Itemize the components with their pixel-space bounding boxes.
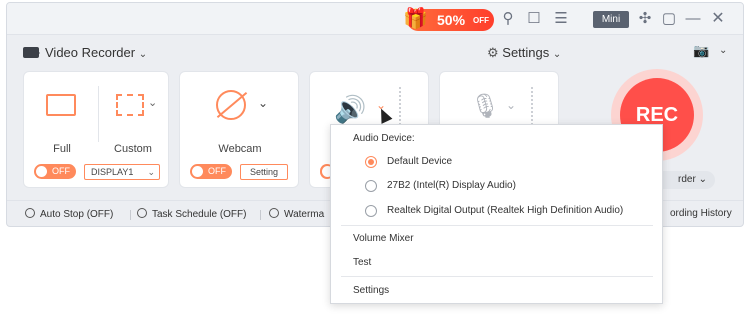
speaker-icon[interactable]: 🔊 [334, 94, 366, 125]
audio-device-menu: Audio Device: Default Device 27B2 (Intel… [330, 124, 663, 304]
display-select[interactable]: DISPLAY1 ⌄ [84, 164, 160, 180]
chevron-down-icon[interactable]: ⌄ [719, 45, 727, 56]
audio-device-header: Audio Device: [353, 133, 415, 144]
webcam-toggle[interactable]: OFF [190, 164, 232, 179]
custom-label: Custom [114, 143, 152, 155]
radio-default-device[interactable] [365, 156, 377, 168]
screen: 🎁 50% OFF ⚲ ☐ ☰ Mini ✣ ▢ — ✕ Video Recor… [0, 0, 750, 314]
clock-icon [25, 208, 35, 218]
camera-icon[interactable]: 📷 [693, 43, 709, 59]
option-display-audio[interactable]: 27B2 (Intel(R) Display Audio) [387, 180, 516, 191]
option-realtek-output[interactable]: Realtek Digital Output (Realtek High Def… [387, 205, 623, 216]
mini-mode-button[interactable]: Mini [593, 11, 629, 28]
chevron-down-icon: ⌄ [698, 174, 707, 185]
video-camera-icon [23, 47, 40, 58]
menu-separator [341, 225, 653, 226]
test-item[interactable]: Test [353, 257, 371, 268]
divider [130, 210, 131, 220]
promo-off: OFF [473, 16, 489, 25]
display-select-value: DISPLAY1 [91, 167, 134, 177]
recording-history-button[interactable]: ording History [670, 208, 732, 219]
radio-display-audio[interactable] [365, 180, 377, 192]
watermark-label: Waterma [284, 209, 325, 220]
chevron-down-icon[interactable]: ⌄ [506, 98, 516, 112]
close-icon[interactable]: ✕ [708, 9, 728, 29]
pin-icon[interactable]: ✣ [635, 9, 655, 29]
key-icon[interactable]: ⚲ [498, 9, 518, 29]
settings-item[interactable]: Settings [353, 285, 389, 296]
video-recorder-dropdown[interactable]: Video Recorder ⌄ [23, 45, 147, 60]
auto-stop-label: Auto Stop (OFF) [40, 209, 114, 220]
chevron-down-icon[interactable]: ⌄ [148, 96, 157, 109]
full-label: Full [53, 143, 71, 155]
webcam-card: ⌄ Webcam OFF Setting [179, 71, 299, 188]
webcam-setting-button[interactable]: Setting [240, 164, 288, 180]
title-bar: 🎁 50% OFF ⚲ ☐ ☰ Mini ✣ ▢ — ✕ [7, 3, 743, 35]
settings-label: Settings [502, 45, 550, 60]
radio-realtek-output[interactable] [365, 205, 377, 217]
chevron-down-icon: ⌄ [147, 167, 155, 177]
volume-mixer-item[interactable]: Volume Mixer [353, 233, 414, 244]
watermark-button[interactable]: Waterma [269, 208, 324, 220]
promo-percent: 50% [437, 12, 466, 28]
custom-region-icon[interactable] [116, 94, 144, 116]
recording-history-label: ording History [670, 208, 732, 219]
mic-level-indicator [530, 86, 535, 124]
chevron-down-icon: ⌄ [552, 49, 562, 60]
promo-badge[interactable]: 🎁 50% OFF [403, 8, 494, 31]
gear-icon: ⚙ [487, 45, 499, 60]
full-screen-icon[interactable] [46, 94, 76, 116]
recorder-mode-label: rder [678, 174, 696, 185]
alarm-clock-icon [137, 208, 147, 218]
webcam-label: Webcam [218, 143, 262, 155]
microphone-icon[interactable]: 🎙 [470, 92, 500, 121]
feedback-icon[interactable]: ☐ [524, 9, 544, 29]
window-icon[interactable]: ▢ [659, 9, 679, 29]
watermark-icon [269, 208, 279, 218]
task-schedule-label: Task Schedule (OFF) [152, 209, 247, 220]
settings-dropdown[interactable]: ⚙ Settings ⌄ [487, 45, 561, 61]
chevron-down-icon[interactable]: ⌄ [258, 96, 268, 110]
video-recorder-title: Video Recorder [45, 45, 136, 60]
menu-separator [341, 276, 653, 277]
task-schedule-button[interactable]: Task Schedule (OFF) [137, 208, 246, 220]
display-toggle[interactable]: OFF [34, 164, 76, 179]
auto-stop-button[interactable]: Auto Stop (OFF) [25, 208, 113, 220]
gift-icon: 🎁 [403, 8, 428, 30]
option-default-device[interactable]: Default Device [387, 156, 452, 167]
minimize-icon[interactable]: — [683, 9, 703, 29]
chevron-down-icon: ⌄ [138, 49, 148, 60]
divider [260, 210, 261, 220]
volume-indicator [398, 86, 403, 124]
display-card: ⌄ Full Custom OFF DISPLAY1 ⌄ [23, 71, 169, 188]
card-divider [98, 86, 99, 142]
menu-icon[interactable]: ☰ [551, 9, 571, 29]
